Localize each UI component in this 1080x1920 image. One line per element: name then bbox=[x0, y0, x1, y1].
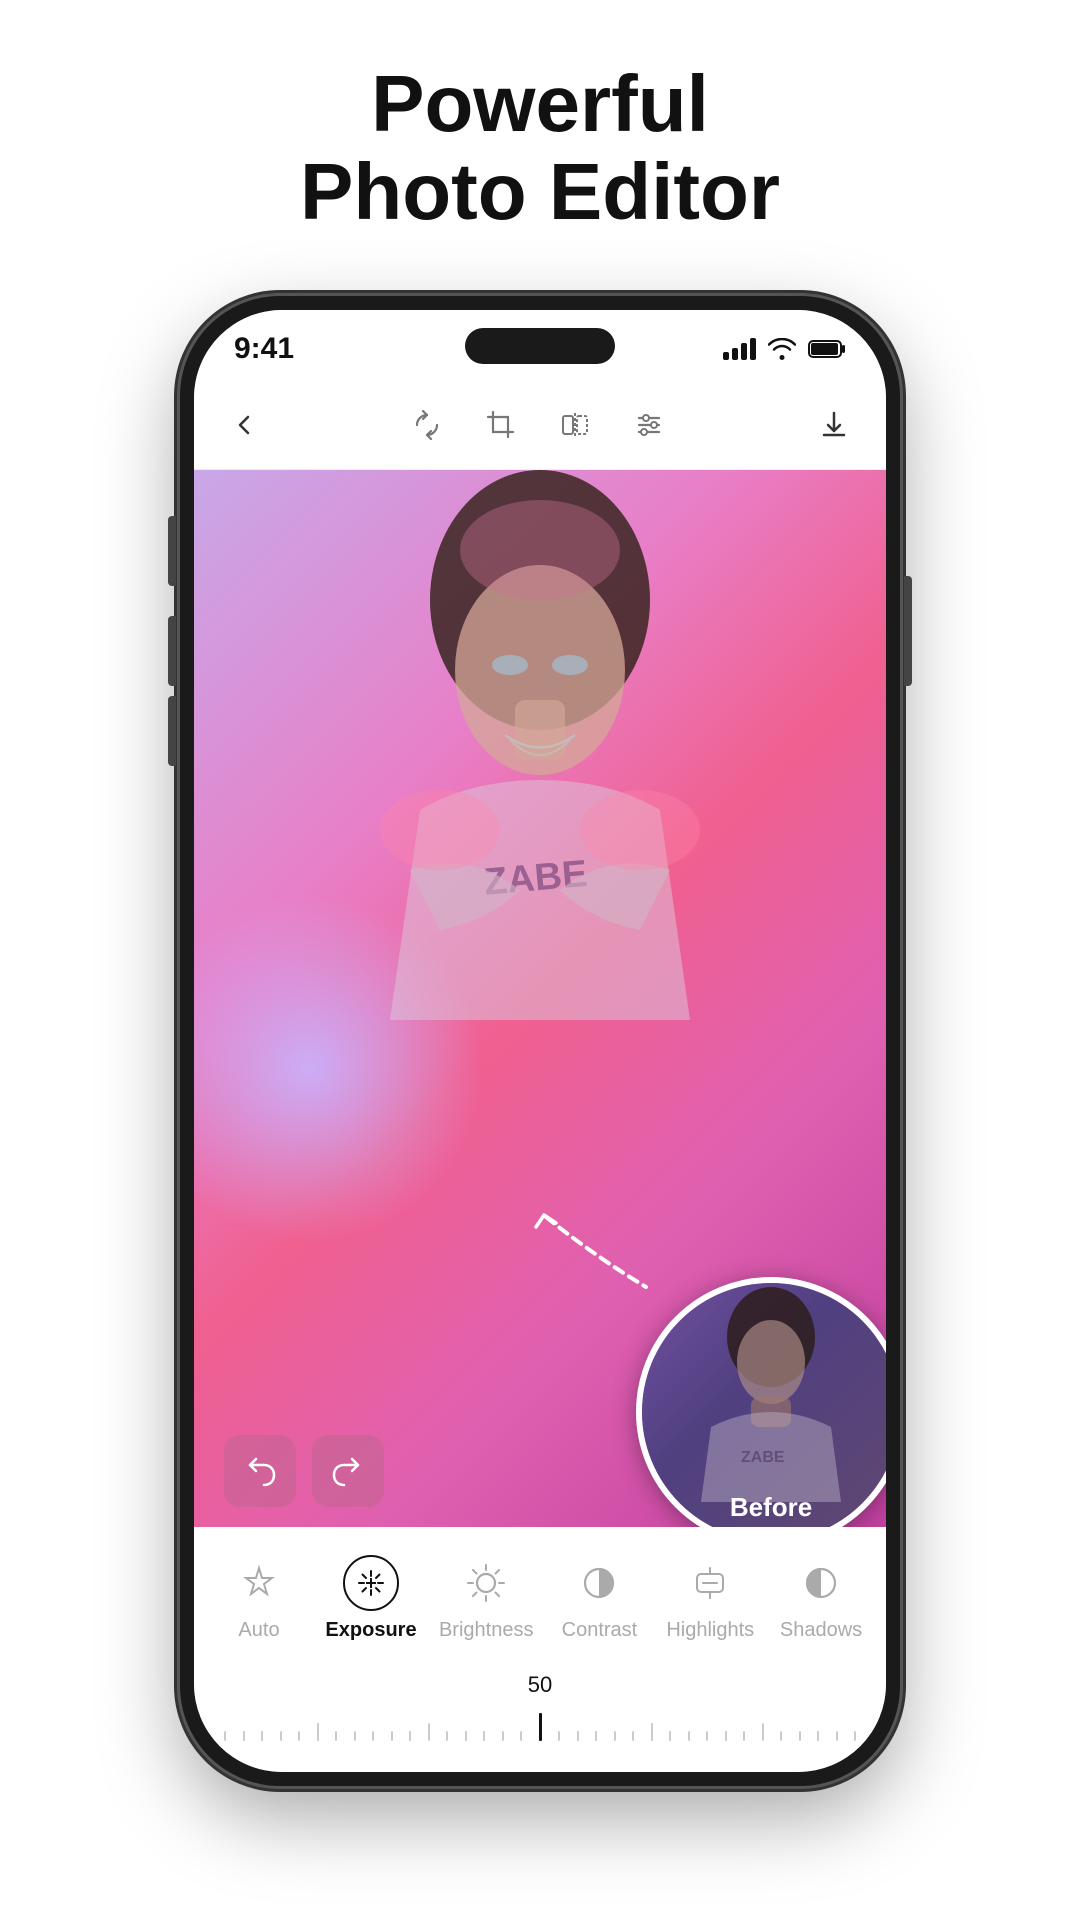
flip-button[interactable] bbox=[560, 410, 590, 440]
undo-button[interactable] bbox=[224, 1435, 296, 1507]
redo-button[interactable] bbox=[312, 1435, 384, 1507]
rotate-button[interactable] bbox=[412, 410, 442, 440]
edit-tools-row: Auto bbox=[194, 1527, 886, 1662]
tool-shadows-label: Shadows bbox=[780, 1619, 862, 1642]
page-title: Powerful Photo Editor bbox=[300, 60, 780, 236]
download-button[interactable] bbox=[818, 409, 850, 441]
tool-highlights-label: Highlights bbox=[666, 1619, 754, 1642]
photo-background: ZABE bbox=[194, 470, 886, 1527]
back-button[interactable] bbox=[230, 411, 258, 439]
slider-track[interactable] bbox=[224, 1706, 856, 1746]
svg-text:ZABE: ZABE bbox=[741, 1449, 785, 1466]
exposure-icon bbox=[343, 1555, 399, 1611]
slider-ticks bbox=[224, 1711, 856, 1741]
dynamic-island bbox=[465, 328, 615, 364]
battery-icon bbox=[808, 339, 846, 359]
phone-mockup: 9:41 bbox=[180, 296, 900, 1816]
before-label: Before bbox=[730, 1492, 812, 1523]
slider-area: 50 bbox=[194, 1662, 886, 1762]
phone-frame: 9:41 bbox=[180, 296, 900, 1786]
edit-panel: Auto bbox=[194, 1527, 886, 1772]
slider-value: 50 bbox=[224, 1672, 856, 1698]
tool-highlights[interactable]: Highlights bbox=[654, 1545, 766, 1652]
toolbar-left bbox=[230, 411, 258, 439]
tool-auto-label: Auto bbox=[238, 1619, 279, 1642]
tool-contrast-label: Contrast bbox=[562, 1619, 638, 1642]
tool-contrast[interactable]: Contrast bbox=[544, 1545, 654, 1652]
tool-brightness[interactable]: Brightness bbox=[428, 1545, 544, 1652]
toolbar-right bbox=[818, 409, 850, 441]
tool-brightness-label: Brightness bbox=[439, 1619, 534, 1642]
tool-auto[interactable]: Auto bbox=[204, 1545, 314, 1652]
toolbar bbox=[194, 380, 886, 470]
tool-exposure-label: Exposure bbox=[325, 1619, 416, 1642]
toolbar-center bbox=[412, 410, 664, 440]
crop-button[interactable] bbox=[486, 410, 516, 440]
photo-area: ZABE bbox=[194, 470, 886, 1527]
tool-exposure[interactable]: Exposure bbox=[314, 1545, 428, 1652]
status-time: 9:41 bbox=[234, 332, 294, 366]
undo-redo-group bbox=[224, 1435, 384, 1507]
tool-shadows[interactable]: Shadows bbox=[766, 1545, 876, 1652]
before-comparison[interactable]: ZABE Before bbox=[636, 1277, 886, 1527]
phone-screen: 9:41 bbox=[194, 310, 886, 1772]
wifi-icon bbox=[768, 338, 796, 360]
status-icons bbox=[723, 338, 846, 360]
filter-button[interactable] bbox=[634, 410, 664, 440]
signal-icon bbox=[723, 338, 756, 360]
